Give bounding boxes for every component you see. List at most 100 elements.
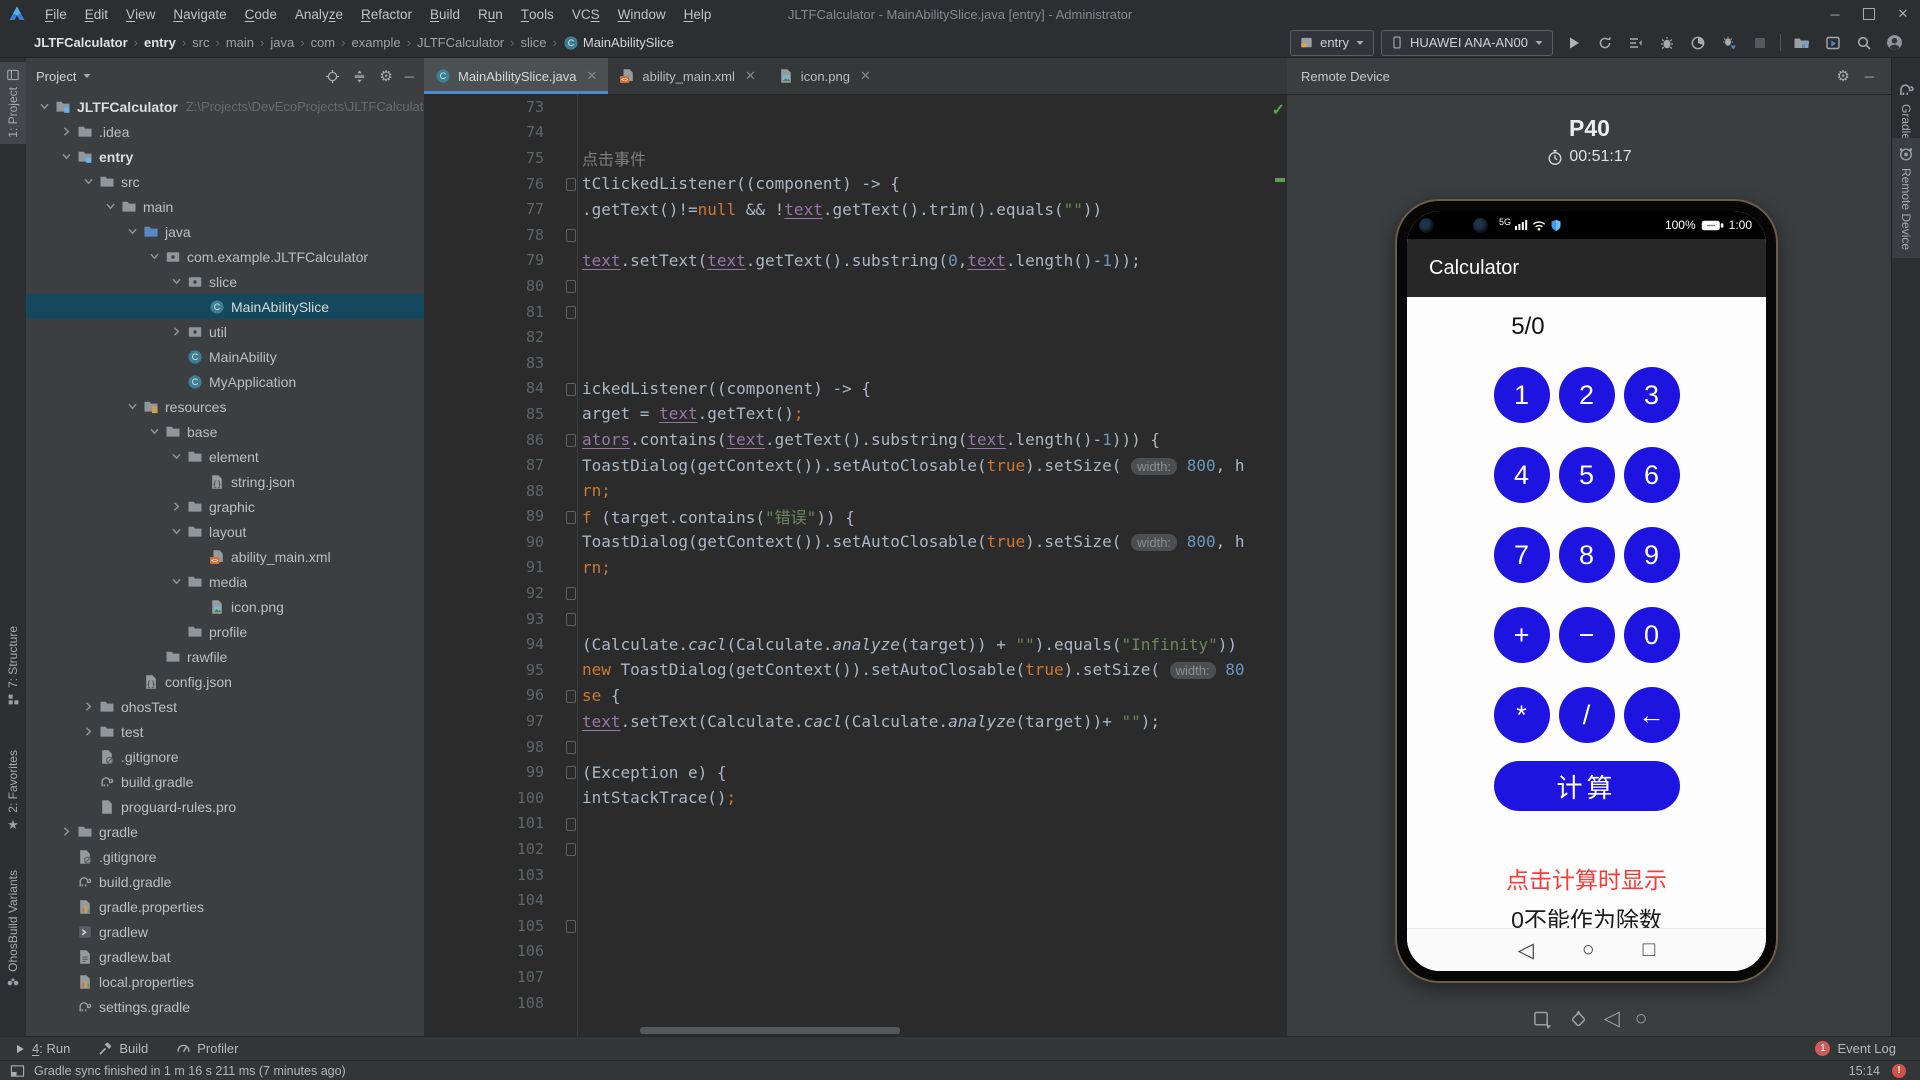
code-area[interactable]: 73 74 75 点击事件 76 tClickedListener((component)…	[424, 94, 1273, 1036]
fold-marker-icon[interactable]	[566, 740, 576, 754]
tree-item-settings-gradle[interactable]: settings.gradle	[26, 994, 424, 1019]
fold-marker-icon[interactable]	[566, 382, 576, 396]
tree-expand-icon[interactable]	[144, 426, 164, 437]
rotate-screen-button[interactable]	[1532, 1009, 1553, 1030]
tree-item-util[interactable]: util	[26, 319, 424, 344]
menu-edit[interactable]: Edit	[76, 0, 117, 28]
tree-expand-icon[interactable]	[166, 576, 186, 587]
debug-button[interactable]	[1653, 31, 1680, 55]
key-8[interactable]: 8	[1558, 527, 1615, 583]
tree-item-ability-main-xml[interactable]: <> ability_main.xml	[26, 544, 424, 569]
editor-tab-mainabilityslice-java[interactable]: C MainAbilitySlice.java ✕	[424, 58, 609, 94]
tree-expand-icon[interactable]	[56, 126, 76, 137]
tree-expand-icon[interactable]	[166, 501, 186, 512]
close-icon[interactable]: ✕	[860, 68, 871, 84]
tree-item-resources[interactable]: resources	[26, 394, 424, 419]
tool-strip-gradle[interactable]: Gradle	[1892, 74, 1920, 148]
restart-button[interactable]	[1591, 31, 1618, 55]
menu-run[interactable]: Run	[469, 0, 512, 28]
rotate-device-button[interactable]	[1568, 1009, 1589, 1030]
tree-expand-icon[interactable]	[122, 226, 142, 237]
menu-analyze[interactable]: Analy z e	[286, 0, 352, 28]
tool-strip-2-favorites[interactable]: 2: Favorites ★	[0, 744, 26, 837]
tool-strip-ohosbuild-variants[interactable]: OhosBuild Variants	[0, 864, 26, 995]
tree-item-local-properties[interactable]: local.properties	[26, 969, 424, 994]
breadcrumb-item[interactable]: java	[270, 35, 294, 50]
key-minus[interactable]: −	[1558, 607, 1615, 663]
tool-strip-remote-device[interactable]: Remote Device	[1892, 138, 1920, 259]
menu-window[interactable]: Window	[609, 0, 675, 28]
key-7[interactable]: 7	[1493, 527, 1550, 583]
breadcrumb-item[interactable]: JLTFCalculator	[34, 35, 128, 50]
avatar-button[interactable]	[1881, 31, 1908, 55]
tree-item-mainabilityslice[interactable]: C MainAbilitySlice	[26, 294, 424, 319]
tree-item-string-json[interactable]: {} string.json	[26, 469, 424, 494]
key-4[interactable]: 4	[1493, 447, 1550, 503]
tree-item-src[interactable]: src	[26, 169, 424, 194]
key-6[interactable]: 6	[1623, 447, 1680, 503]
chevron-down-icon[interactable]	[82, 72, 92, 80]
fold-marker-icon[interactable]	[566, 817, 576, 831]
minimize-button[interactable]: ─	[405, 69, 414, 84]
tree-item-myapplication[interactable]: C MyApplication	[26, 369, 424, 394]
fold-marker-icon[interactable]	[566, 920, 576, 933]
breadcrumb-item[interactable]: C MainAbilitySlice	[563, 35, 674, 51]
tool-strip-1-project[interactable]: 1: Project	[0, 62, 26, 144]
bottom-tab-profiler[interactable]: Profiler	[176, 1041, 238, 1056]
tree-item-proguard-rules-pro[interactable]: proguard-rules.pro	[26, 794, 424, 819]
breadcrumb-item[interactable]: slice	[521, 35, 547, 50]
fold-marker-icon[interactable]	[566, 612, 576, 626]
fold-marker-icon[interactable]	[566, 433, 576, 447]
tree-item-gradlew[interactable]: gradlew	[26, 919, 424, 944]
tree-item-slice[interactable]: slice	[26, 269, 424, 294]
tree-item-com-example-jltfcalculator[interactable]: com.example.JLTFCalculator	[26, 244, 424, 269]
tree-item-gradle-properties[interactable]: gradle.properties	[26, 894, 424, 919]
gear-button[interactable]: ⚙	[379, 69, 392, 84]
key-plus[interactable]: +	[1493, 607, 1550, 663]
collapse-button[interactable]	[352, 69, 367, 84]
locate-button[interactable]	[325, 69, 340, 84]
tree-item-profile[interactable]: profile	[26, 619, 424, 644]
tree-item-element[interactable]: element	[26, 444, 424, 469]
gear-button[interactable]: ⚙	[1836, 69, 1849, 84]
tree-item-gradle[interactable]: gradle	[26, 819, 424, 844]
fold-marker-icon[interactable]	[566, 843, 576, 857]
tree-item-config-json[interactable]: {} config.json	[26, 669, 424, 694]
tree-expand-icon[interactable]	[78, 701, 98, 712]
event-log-button[interactable]: 1 Event Log	[1815, 1041, 1896, 1056]
tree-item-base[interactable]: base	[26, 419, 424, 444]
tree-item-test[interactable]: test	[26, 719, 424, 744]
tree-expand-icon[interactable]	[166, 451, 186, 462]
runwin-button[interactable]	[1819, 31, 1846, 55]
tree-expand-icon[interactable]	[166, 276, 186, 287]
search-button[interactable]	[1850, 31, 1877, 55]
minimize-button[interactable]: ─	[1865, 69, 1874, 84]
tree-expand-icon[interactable]	[166, 526, 186, 537]
menu-vcs[interactable]: VC S	[563, 0, 609, 28]
devmgr-button[interactable]	[1788, 31, 1815, 55]
panel-toggle-icon[interactable]	[10, 1064, 25, 1078]
tree-item--idea[interactable]: .idea	[26, 119, 424, 144]
nav-home-button[interactable]: ○	[1582, 938, 1595, 962]
profiler-button[interactable]	[1684, 31, 1711, 55]
tree-item-main[interactable]: main	[26, 194, 424, 219]
key-backspace[interactable]: ←	[1623, 687, 1680, 743]
menu-tools[interactable]: Tools	[512, 0, 563, 28]
tree-item-entry[interactable]: entry	[26, 144, 424, 169]
run-config-select[interactable]: entry	[1290, 29, 1374, 56]
run-button[interactable]	[1560, 31, 1587, 55]
tree-expand-icon[interactable]	[144, 251, 164, 262]
fold-marker-icon[interactable]	[566, 280, 576, 294]
key-9[interactable]: 9	[1623, 527, 1680, 583]
calculate-button[interactable]: 计算	[1493, 761, 1680, 811]
key-0[interactable]: 0	[1623, 607, 1680, 663]
menu-code[interactable]: Code	[236, 0, 286, 28]
editor-tab-icon-png[interactable]: icon.png ✕	[767, 58, 882, 94]
tree-expand-icon[interactable]	[56, 826, 76, 837]
apply-button[interactable]	[1622, 31, 1649, 55]
bottom-tab-4-run[interactable]: 4: Run	[14, 1041, 70, 1056]
tree-item-build-gradle[interactable]: build.gradle	[26, 869, 424, 894]
breadcrumb-item[interactable]: JLTFCalculator	[417, 35, 504, 50]
tree-item-jltfcalculator[interactable]: JLTFCalculator Z:\Projects\DevEcoProjects…	[26, 94, 424, 119]
tree-expand-icon[interactable]	[166, 326, 186, 337]
